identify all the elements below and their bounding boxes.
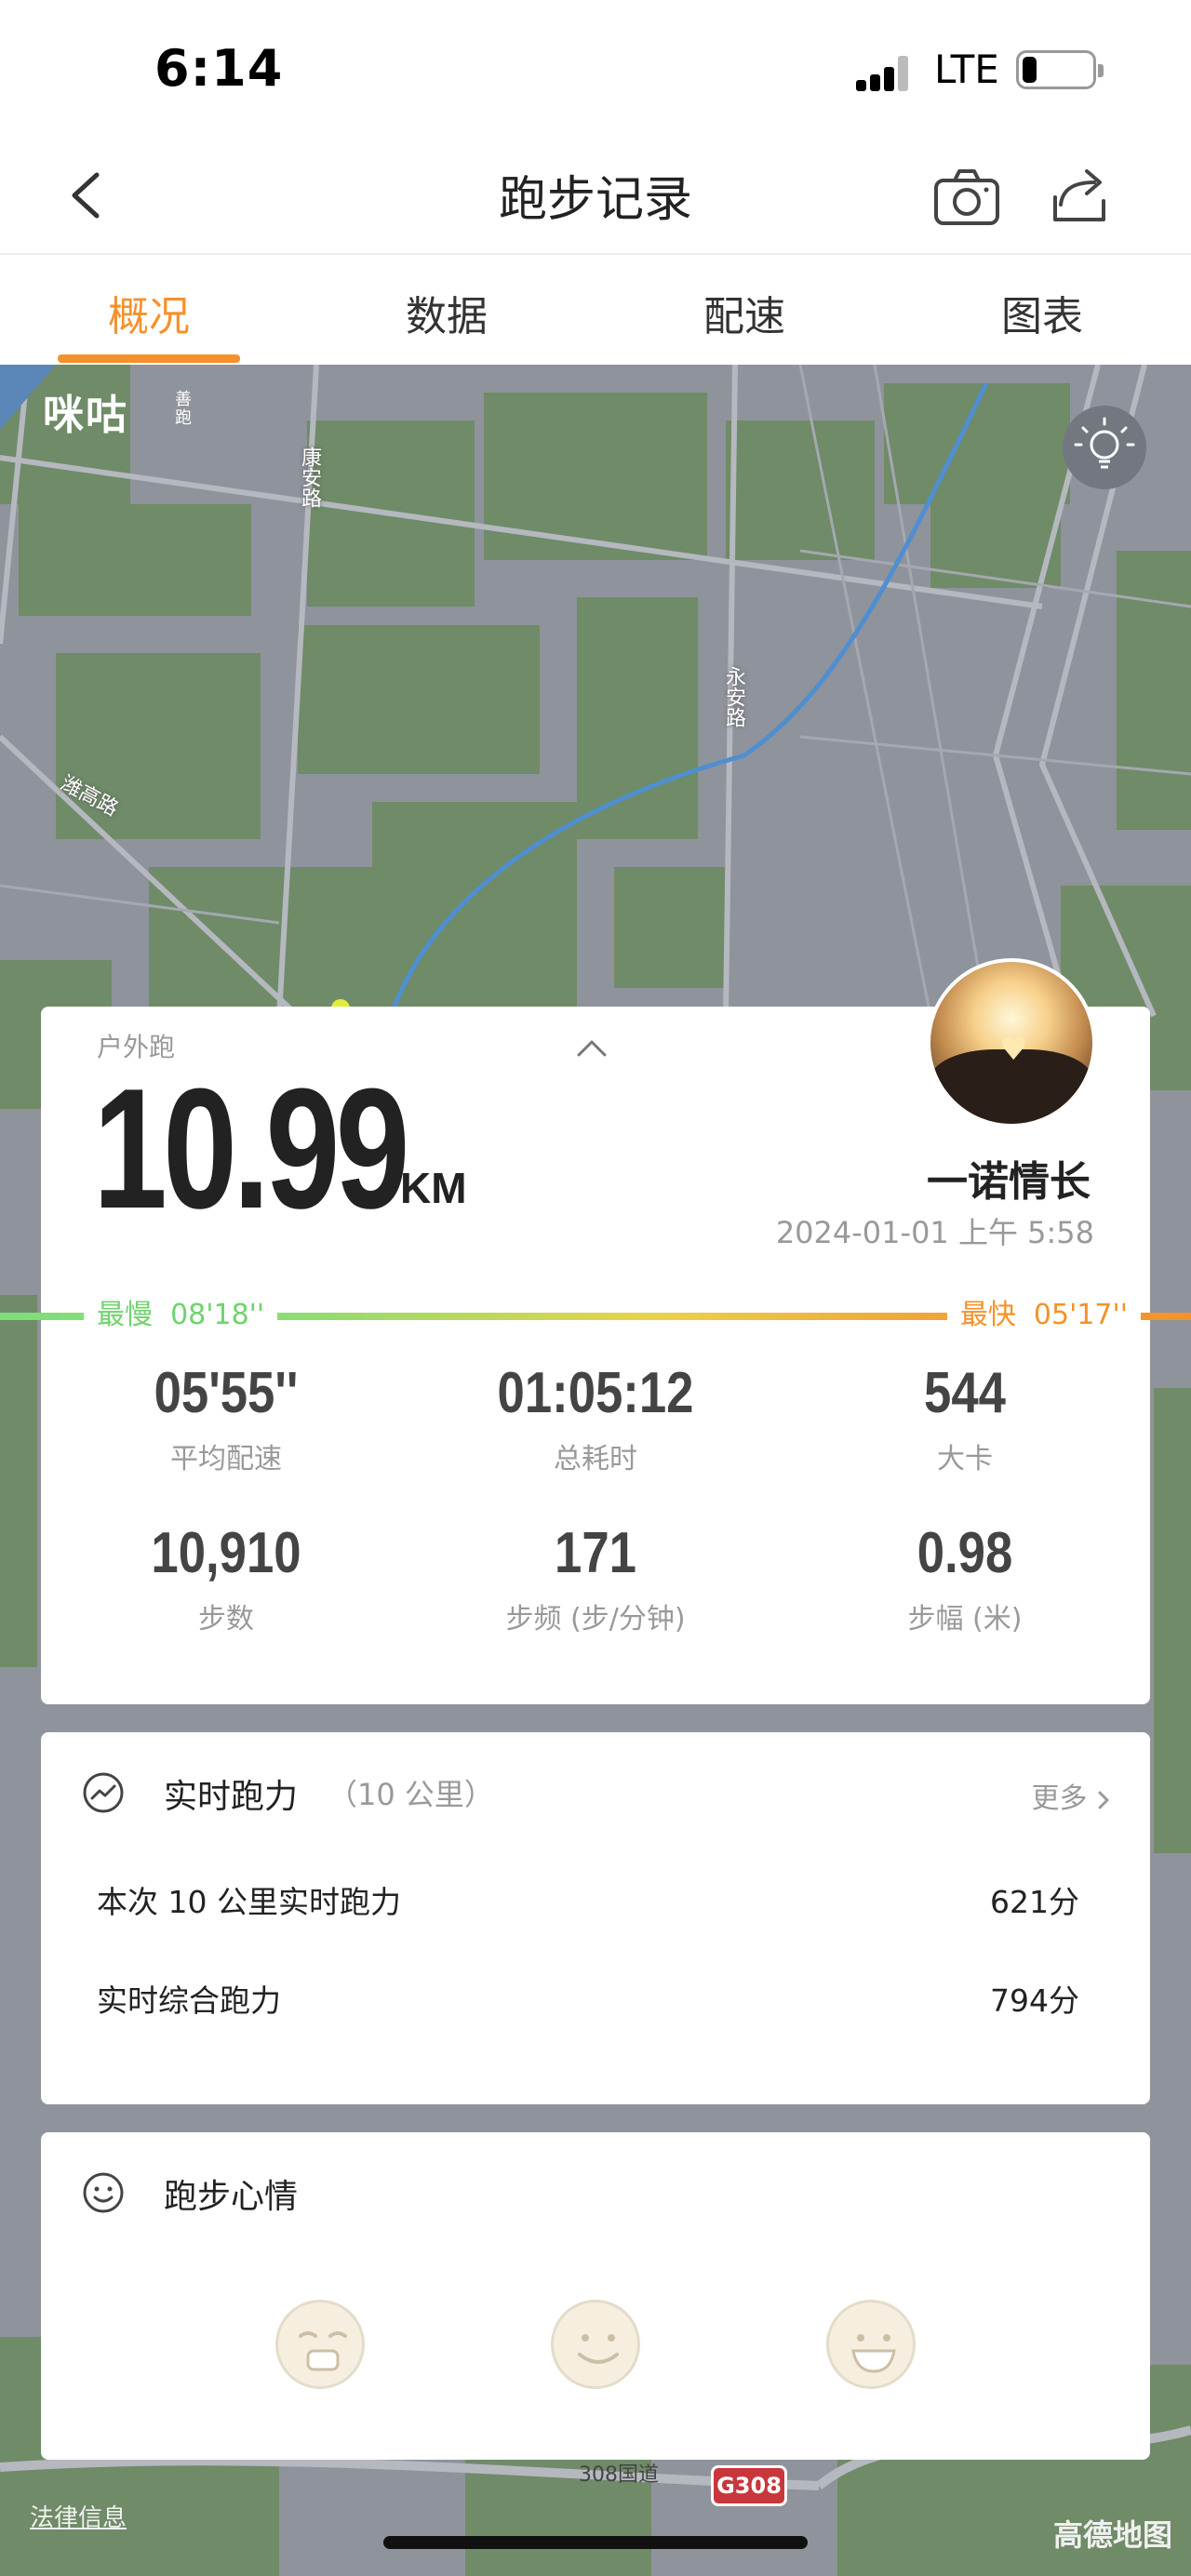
status-time: 6:14 <box>154 39 284 98</box>
distance-unit: KM <box>400 1164 467 1212</box>
collapse-button[interactable] <box>573 1034 610 1062</box>
stat-cadence: 171 步频 (步/分钟) <box>410 1520 781 1636</box>
smile-face-icon <box>578 2334 619 2364</box>
stat-label: 总耗时 <box>554 1443 637 1475</box>
stat-value: 01:05:12 <box>497 1361 694 1425</box>
camera-button[interactable] <box>932 162 1001 231</box>
battery-level <box>1023 57 1037 83</box>
stat-value: 0.98 <box>917 1521 1013 1585</box>
tired-face-icon <box>299 2331 347 2371</box>
page-title: 跑步记录 <box>498 172 692 228</box>
tab-pace[interactable]: 配速 <box>596 255 893 365</box>
status-bar: 6:14 LTE <box>0 0 1191 140</box>
stat-value: 544 <box>924 1361 1006 1425</box>
grin-face-icon <box>851 2334 896 2373</box>
stat-duration: 01:05:12 总耗时 <box>410 1360 781 1476</box>
stat-avg-pace: 05'55'' 平均配速 <box>41 1360 411 1476</box>
stat-label: 平均配速 <box>170 1443 282 1475</box>
power-row-value: 621分 <box>990 1884 1079 1920</box>
camera-icon <box>934 169 999 225</box>
smiley-icon <box>83 2172 124 2213</box>
brand-name: 咪咕 <box>43 392 128 439</box>
mood-smile-button[interactable] <box>551 2300 640 2389</box>
trend-icon <box>83 1772 124 1813</box>
chevron-up-icon <box>577 1040 607 1057</box>
back-button[interactable] <box>60 167 115 223</box>
nav-bar: 跑步记录 <box>0 140 1191 253</box>
lightbulb-icon <box>1074 417 1135 469</box>
stat-steps: 10,910 步数 <box>41 1520 411 1636</box>
road-label-kangan: 康安路 <box>298 447 321 508</box>
slowest-pace: 最慢 08'18'' <box>84 1297 278 1334</box>
more-link-label: 更多 <box>1031 1782 1088 1815</box>
share-button[interactable] <box>1046 160 1115 229</box>
power-title: 实时跑力 <box>164 1778 299 1816</box>
network-label: LTE <box>934 47 999 92</box>
tab-chart[interactable]: 图表 <box>893 255 1191 365</box>
mood-grin-button[interactable] <box>826 2300 916 2389</box>
mood-tired-button[interactable] <box>275 2300 365 2389</box>
signal-icon <box>856 56 921 91</box>
stat-label: 步幅 (米) <box>907 1603 1023 1635</box>
chevron-right-icon <box>1098 1791 1109 1809</box>
battery-icon <box>1016 50 1104 89</box>
power-row-overall: 实时综合跑力 794分 <box>97 1976 1079 2021</box>
tab-data[interactable]: 数据 <box>298 255 596 365</box>
slowest-pace-value: 08'18'' <box>170 1299 265 1331</box>
fastest-pace-label: 最快 <box>959 1299 1016 1331</box>
power-row-label: 实时综合跑力 <box>97 1982 281 2019</box>
stat-calories: 544 大卡 <box>780 1360 1150 1476</box>
road-shield: G308 <box>711 2465 787 2506</box>
heart-icon: ♥ <box>999 1031 1028 1068</box>
power-row-10k: 本次 10 公里实时跑力 621分 <box>97 1877 1079 1922</box>
road-label-yongan: 永安路 <box>722 666 745 727</box>
stat-value: 10,910 <box>151 1521 301 1585</box>
more-link[interactable]: 更多 <box>1031 1775 1111 1816</box>
slowest-pace-label: 最慢 <box>97 1299 153 1331</box>
power-row-label: 本次 10 公里实时跑力 <box>97 1884 401 1920</box>
nickname: 一诺情长 <box>927 1158 1091 1206</box>
fastest-pace-value: 05'17'' <box>1033 1299 1128 1331</box>
share-icon <box>1053 169 1105 221</box>
power-subtitle: （10 公里） <box>328 1777 494 1812</box>
stat-label: 步频 (步/分钟) <box>505 1603 686 1635</box>
fastest-pace: 最快 05'17'' <box>946 1297 1141 1334</box>
mood-title: 跑步心情 <box>164 2178 299 2216</box>
summary-card: 户外跑 10.99 KM ♥ 一诺情长 2024-01-01 上午 5:58 最… <box>0 958 1191 1704</box>
tab-bar: 概况 数据 配速 图表 <box>0 253 1191 365</box>
legal-info-link[interactable]: 法律信息 <box>30 2499 127 2533</box>
stat-value: 05'55'' <box>154 1361 299 1425</box>
brand-subtitle: 善跑 <box>175 390 192 428</box>
map-credit: 高德地图 <box>1052 2517 1172 2553</box>
power-row-value: 794分 <box>990 1982 1079 2019</box>
running-power-card: 实时跑力 （10 公里） 更多 本次 10 公里实时跑力 621分 实时综合跑力… <box>41 1732 1150 2104</box>
stat-value: 171 <box>555 1521 636 1585</box>
road-label-308: 308国道 <box>579 2463 659 2487</box>
stat-label: 大卡 <box>937 1443 993 1475</box>
running-mood-card: 跑步心情 <box>41 2132 1150 2460</box>
chevron-left-icon <box>72 172 100 219</box>
run-date: 2024-01-01 上午 5:58 <box>775 1215 1094 1250</box>
home-indicator[interactable] <box>383 2536 808 2549</box>
map-light-button[interactable] <box>1063 406 1146 489</box>
distance-value: 10.99 <box>93 1052 409 1244</box>
stat-stride: 0.98 步幅 (米) <box>780 1520 1150 1636</box>
avatar[interactable]: ♥ <box>927 958 1096 1128</box>
pace-range-bar: 最慢 08'18'' 最快 05'17'' <box>0 1297 1191 1334</box>
stat-label: 步数 <box>198 1603 254 1635</box>
tab-overview[interactable]: 概况 <box>0 255 298 365</box>
